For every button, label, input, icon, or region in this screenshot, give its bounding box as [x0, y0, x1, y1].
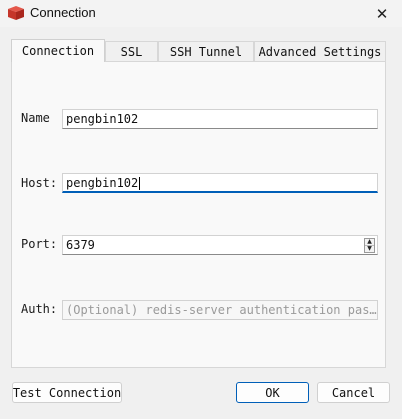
tab-ssl[interactable]: SSL: [105, 41, 158, 61]
port-value: 6379: [66, 238, 95, 252]
port-spinbox[interactable]: 6379 ▲ ▼: [62, 235, 378, 255]
port-stepper: ▲ ▼: [364, 238, 375, 253]
redis-cube-icon: [8, 6, 24, 20]
close-icon: ✕: [375, 4, 389, 23]
tab-ssh-tunnel[interactable]: SSH Tunnel: [158, 41, 254, 61]
text-caret: [139, 177, 141, 190]
host-input[interactable]: pengbin102: [62, 173, 378, 193]
port-label: Port:: [21, 237, 58, 251]
window-title: Connection: [30, 5, 96, 20]
connection-panel: [11, 61, 386, 368]
name-value: pengbin102: [66, 112, 139, 126]
auth-input[interactable]: (Optional) redis-server authentication p…: [62, 300, 378, 320]
close-button[interactable]: ✕: [362, 0, 402, 27]
ok-button[interactable]: OK: [236, 382, 309, 403]
auth-placeholder: (Optional) redis-server authentication p…: [66, 303, 377, 317]
name-label: Name: [21, 111, 50, 125]
name-input[interactable]: pengbin102: [62, 109, 378, 129]
test-connection-button[interactable]: Test Connection: [12, 382, 122, 403]
title-bar: Connection ✕: [0, 0, 402, 27]
auth-label: Auth:: [21, 302, 58, 316]
host-label: Host:: [21, 176, 58, 190]
cancel-button[interactable]: Cancel: [317, 382, 390, 403]
spin-down-icon[interactable]: ▼: [365, 245, 374, 252]
tab-advanced-settings[interactable]: Advanced Settings: [254, 41, 386, 61]
tab-connection[interactable]: Connection: [11, 39, 105, 62]
host-value: pengbin102: [66, 176, 139, 190]
